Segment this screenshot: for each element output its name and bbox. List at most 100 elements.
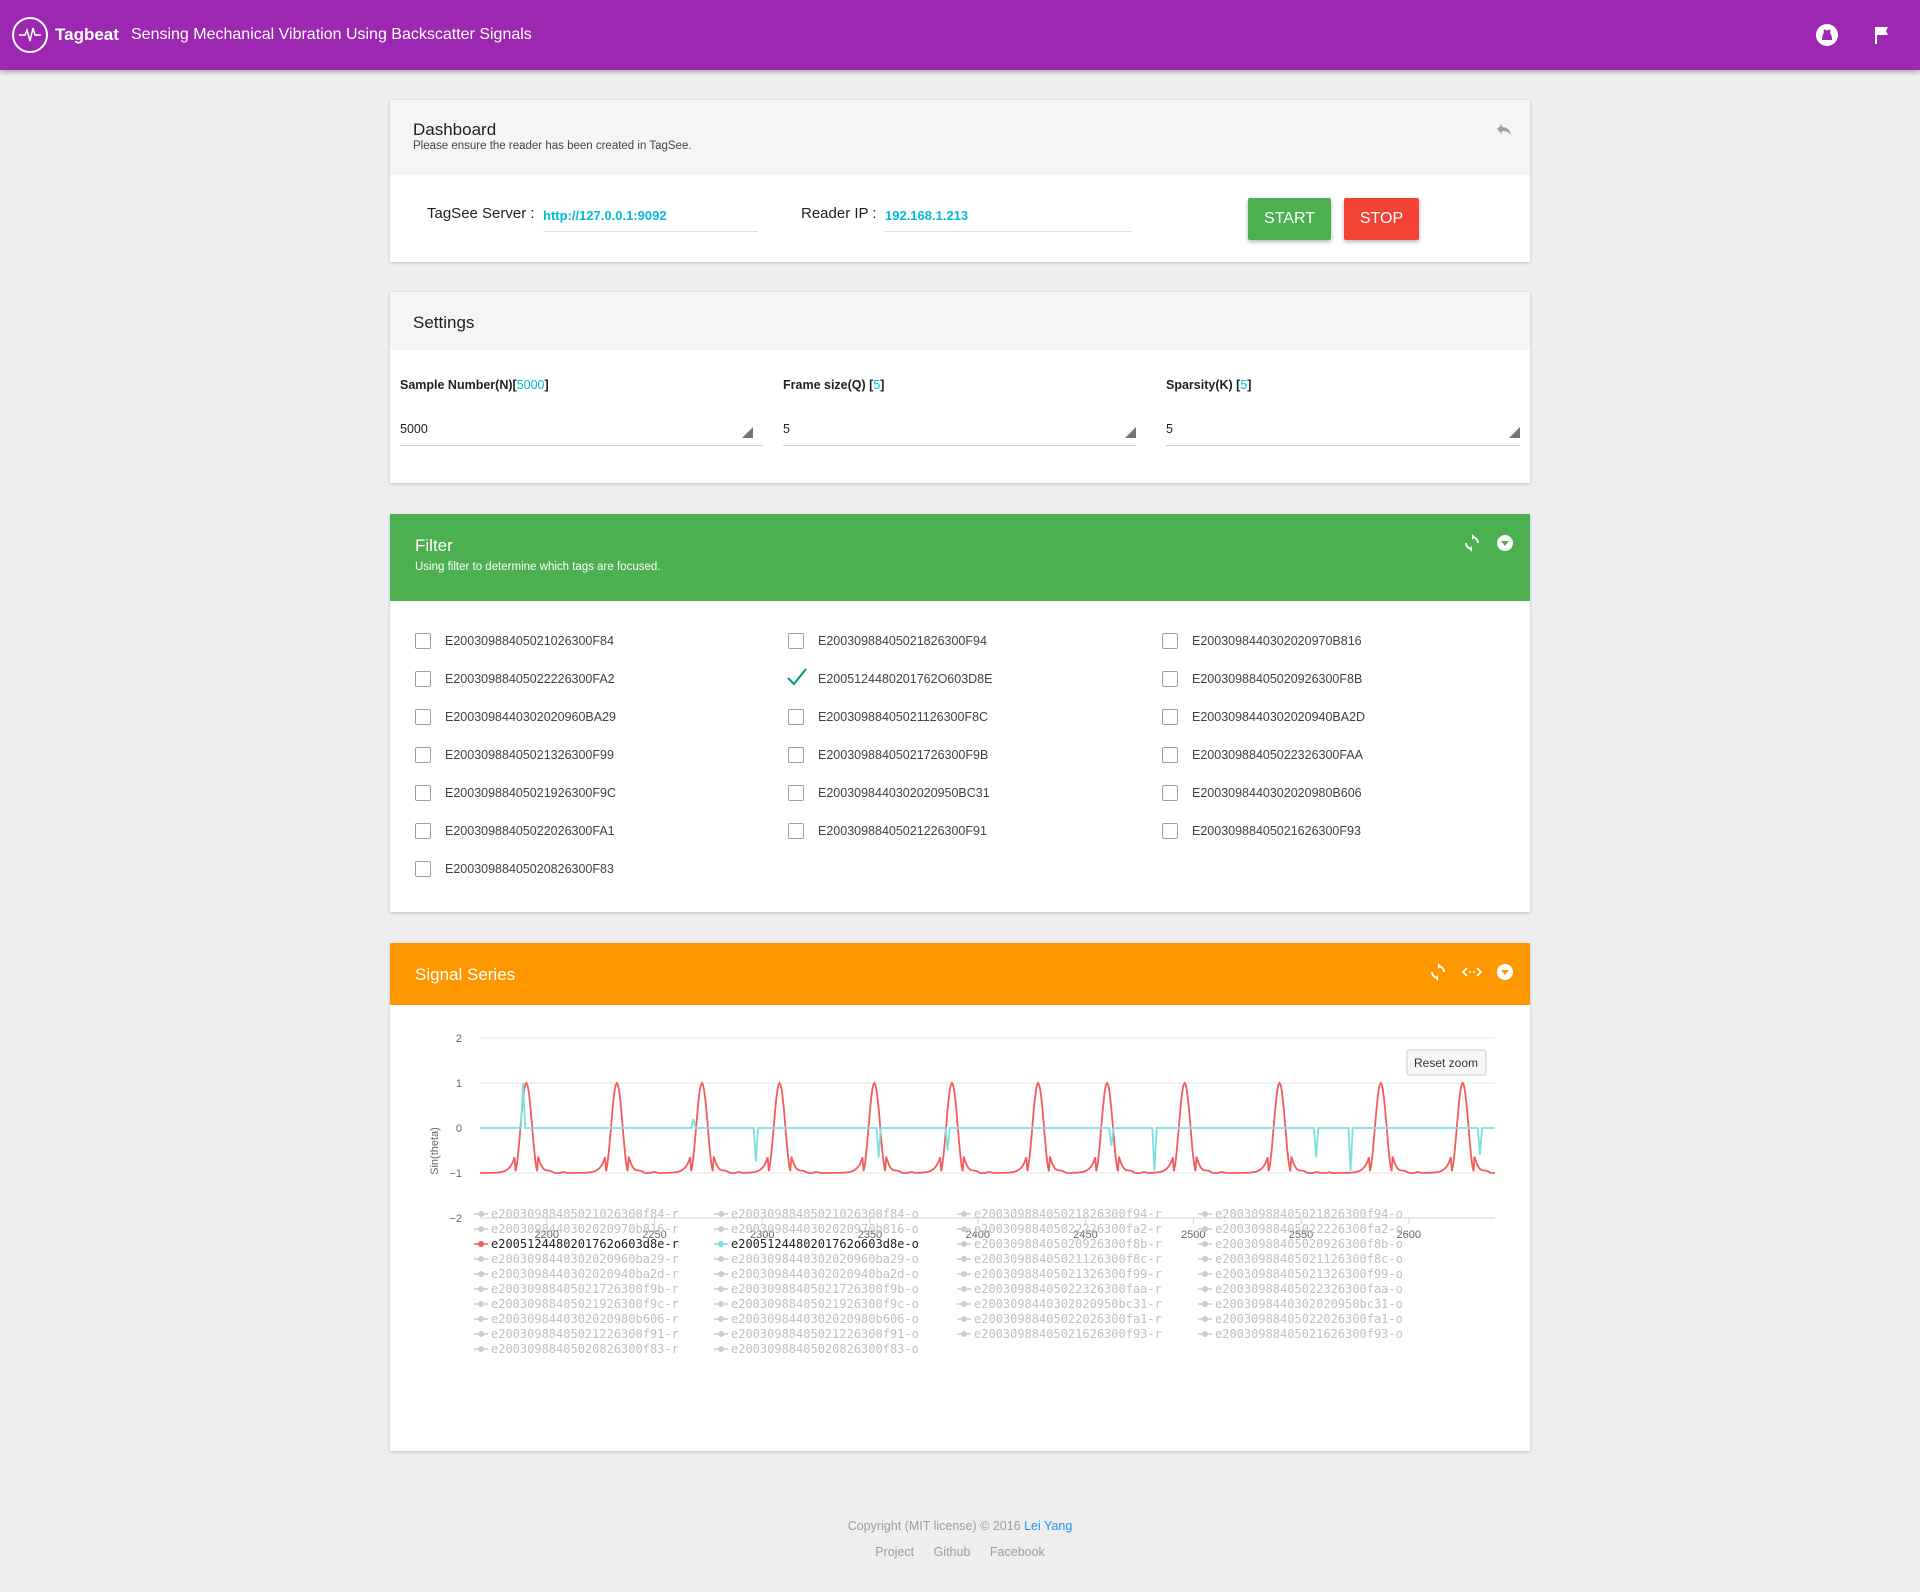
tag-checkbox-item[interactable]: E2003098440302020940BA2D xyxy=(1162,708,1492,728)
legend-item[interactable]: e20030988405022326300faa-o xyxy=(1198,1282,1403,1296)
legend-item[interactable]: e20030988405022326300faa-r xyxy=(957,1282,1162,1296)
stop-button[interactable]: STOP xyxy=(1344,198,1419,240)
checkbox[interactable] xyxy=(415,671,431,687)
footer-link-facebook[interactable]: Facebook xyxy=(990,1545,1045,1559)
github-icon[interactable] xyxy=(1815,23,1839,47)
legend-item[interactable]: e20030988405021726300f9b-o xyxy=(714,1282,919,1296)
legend-item[interactable]: e2003098440302020960ba29-r xyxy=(474,1252,679,1266)
legend-item[interactable]: e20030988405021026300f84-o xyxy=(714,1207,919,1221)
legend-item[interactable]: e20030988405022026300fa1-r xyxy=(957,1312,1162,1326)
tag-checkbox-item[interactable]: E20030988405021226300F91 xyxy=(788,822,1118,842)
checkbox[interactable] xyxy=(1162,823,1178,839)
legend-item[interactable]: e20030988405021726300f9b-r xyxy=(474,1282,679,1296)
legend-item[interactable]: e20030988405021026300f84-r xyxy=(474,1207,679,1221)
checkbox[interactable] xyxy=(788,709,804,725)
code-expand-icon[interactable] xyxy=(1461,963,1483,981)
legend-item[interactable]: e20030988405022026300fa1-o xyxy=(1198,1312,1403,1326)
legend-item[interactable]: e20030988405020826300f83-o xyxy=(714,1342,919,1356)
legend-item[interactable]: e2005124480201762o603d8e-r xyxy=(474,1237,679,1251)
checkbox[interactable] xyxy=(415,633,431,649)
reply-icon[interactable] xyxy=(1495,120,1513,138)
tag-checkbox-item[interactable]: E20030988405021926300F9C xyxy=(415,784,745,804)
legend-item[interactable]: e20030988405021626300f93-r xyxy=(957,1327,1162,1341)
tag-checkbox-item[interactable]: E2003098440302020970B816 xyxy=(1162,632,1492,652)
checkbox[interactable] xyxy=(1162,671,1178,687)
resize-handle-icon[interactable] xyxy=(1509,427,1520,438)
legend-item[interactable]: e2003098440302020960ba29-o xyxy=(714,1252,919,1266)
tag-checkbox-item[interactable]: E2003098440302020950BC31 xyxy=(788,784,1118,804)
start-button[interactable]: START xyxy=(1248,198,1331,240)
pulse-logo-icon[interactable] xyxy=(12,17,48,53)
tag-checkbox-item[interactable]: E20030988405020926300F8B xyxy=(1162,670,1492,690)
sample-number-input[interactable]: 5000 xyxy=(400,422,428,436)
footer-link-project[interactable]: Project xyxy=(875,1545,914,1559)
checkbox[interactable] xyxy=(788,633,804,649)
brand-name[interactable]: Tagbeat xyxy=(55,25,119,45)
legend-item[interactable]: e20030988405022226300fa2-r xyxy=(957,1222,1162,1236)
legend-item[interactable]: e20030988405020826300f83-r xyxy=(474,1342,679,1356)
legend-item[interactable]: e20030988405021826300f94-o xyxy=(1198,1207,1403,1221)
legend-item[interactable]: e20030988405021326300f99-o xyxy=(1198,1267,1403,1281)
tag-checkbox-item[interactable]: E20030988405021126300F8C xyxy=(788,708,1118,728)
legend-item[interactable]: e2003098440302020940ba2d-o xyxy=(714,1267,919,1281)
tag-checkbox-item[interactable]: E20030988405021626300F93 xyxy=(1162,822,1492,842)
checkbox[interactable] xyxy=(788,823,804,839)
legend-item[interactable]: e20030988405020926300f8b-o xyxy=(1198,1237,1403,1251)
frame-size-input[interactable]: 5 xyxy=(783,422,790,436)
legend-item[interactable]: e20030988405021926300f9c-o xyxy=(714,1297,919,1311)
author-link[interactable]: Lei Yang xyxy=(1024,1519,1072,1533)
legend-item[interactable]: e20030988405022226300fa2-o xyxy=(1198,1222,1403,1236)
legend-item[interactable]: e2003098440302020950bc31-r xyxy=(957,1297,1162,1311)
legend-item[interactable]: e20030988405021926300f9c-r xyxy=(474,1297,679,1311)
legend-item[interactable]: e20030988405021226300f91-r xyxy=(474,1327,679,1341)
checkmark-icon[interactable] xyxy=(786,666,808,688)
checkbox[interactable] xyxy=(1162,633,1178,649)
signal-chart[interactable]: 210−1−22200 2250 2300 2350 2400 2450 2500 2550 2… xyxy=(390,1005,1530,1451)
tag-checkbox-item[interactable]: E20030988405020826300F83 xyxy=(415,860,745,880)
reader-input[interactable]: 192.168.1.213 xyxy=(885,208,968,223)
reset-zoom-button[interactable]: Reset zoom xyxy=(1406,1049,1487,1076)
resize-handle-icon[interactable] xyxy=(742,427,753,438)
legend-item[interactable]: e20030988405021226300f91-o xyxy=(714,1327,919,1341)
tag-checkbox-item[interactable]: E20030988405022226300FA2 xyxy=(415,670,745,690)
checkbox[interactable] xyxy=(415,709,431,725)
tag-checkbox-item[interactable]: E20030988405021726300F9B xyxy=(788,746,1118,766)
tag-checkbox-item[interactable]: E2005124480201762O603D8E xyxy=(787,668,1118,690)
legend-item[interactable]: e2003098440302020980b606-o xyxy=(714,1312,919,1326)
chevron-down-circle-icon[interactable] xyxy=(1496,534,1514,552)
legend-item[interactable]: e2003098440302020940ba2d-r xyxy=(474,1267,679,1281)
flag-icon[interactable] xyxy=(1870,23,1894,47)
legend-item[interactable]: e20030988405020926300f8b-r xyxy=(957,1237,1162,1251)
legend-item[interactable]: e20030988405021626300f93-o xyxy=(1198,1327,1403,1341)
tag-checkbox-item[interactable]: E2003098440302020960BA29 xyxy=(415,708,745,728)
tag-checkbox-item[interactable]: E20030988405022026300FA1 xyxy=(415,822,745,842)
legend-item[interactable]: e2003098440302020970b816-r xyxy=(474,1222,679,1236)
checkbox[interactable] xyxy=(415,861,431,877)
legend-item[interactable]: e20030988405021126300f8c-o xyxy=(1198,1252,1403,1266)
checkbox[interactable] xyxy=(1162,709,1178,725)
checkbox[interactable] xyxy=(788,747,804,763)
footer-link-github[interactable]: Github xyxy=(934,1545,971,1559)
legend-item[interactable]: e2003098440302020980b606-r xyxy=(474,1312,679,1326)
checkbox[interactable] xyxy=(415,785,431,801)
chevron-down-circle-icon[interactable] xyxy=(1496,963,1514,981)
tag-checkbox-item[interactable]: E20030988405021826300F94 xyxy=(788,632,1118,652)
legend-item[interactable]: e20030988405021326300f99-r xyxy=(957,1267,1162,1281)
tag-checkbox-item[interactable]: E20030988405021326300F99 xyxy=(415,746,745,766)
tag-checkbox-item[interactable]: E20030988405021026300F84 xyxy=(415,632,745,652)
checkbox[interactable] xyxy=(415,823,431,839)
legend-item[interactable]: e20030988405021126300f8c-r xyxy=(957,1252,1162,1266)
legend-item[interactable]: e20030988405021826300f94-r xyxy=(957,1207,1162,1221)
tag-checkbox-item[interactable]: E20030988405022326300FAA xyxy=(1162,746,1492,766)
reset-zoom-label[interactable]: Reset zoom xyxy=(1414,1056,1478,1070)
legend-item[interactable]: e2005124480201762o603d8e-o xyxy=(714,1237,919,1251)
refresh-icon[interactable] xyxy=(1463,534,1481,552)
sparsity-input[interactable]: 5 xyxy=(1166,422,1173,436)
refresh-icon[interactable] xyxy=(1429,963,1447,981)
checkbox[interactable] xyxy=(415,747,431,763)
checkbox[interactable] xyxy=(1162,785,1178,801)
server-input[interactable]: http://127.0.0.1:9092 xyxy=(543,208,667,223)
legend-item[interactable]: e2003098440302020970b816-o xyxy=(714,1222,919,1236)
tag-checkbox-item[interactable]: E2003098440302020980B606 xyxy=(1162,784,1492,804)
resize-handle-icon[interactable] xyxy=(1125,427,1136,438)
